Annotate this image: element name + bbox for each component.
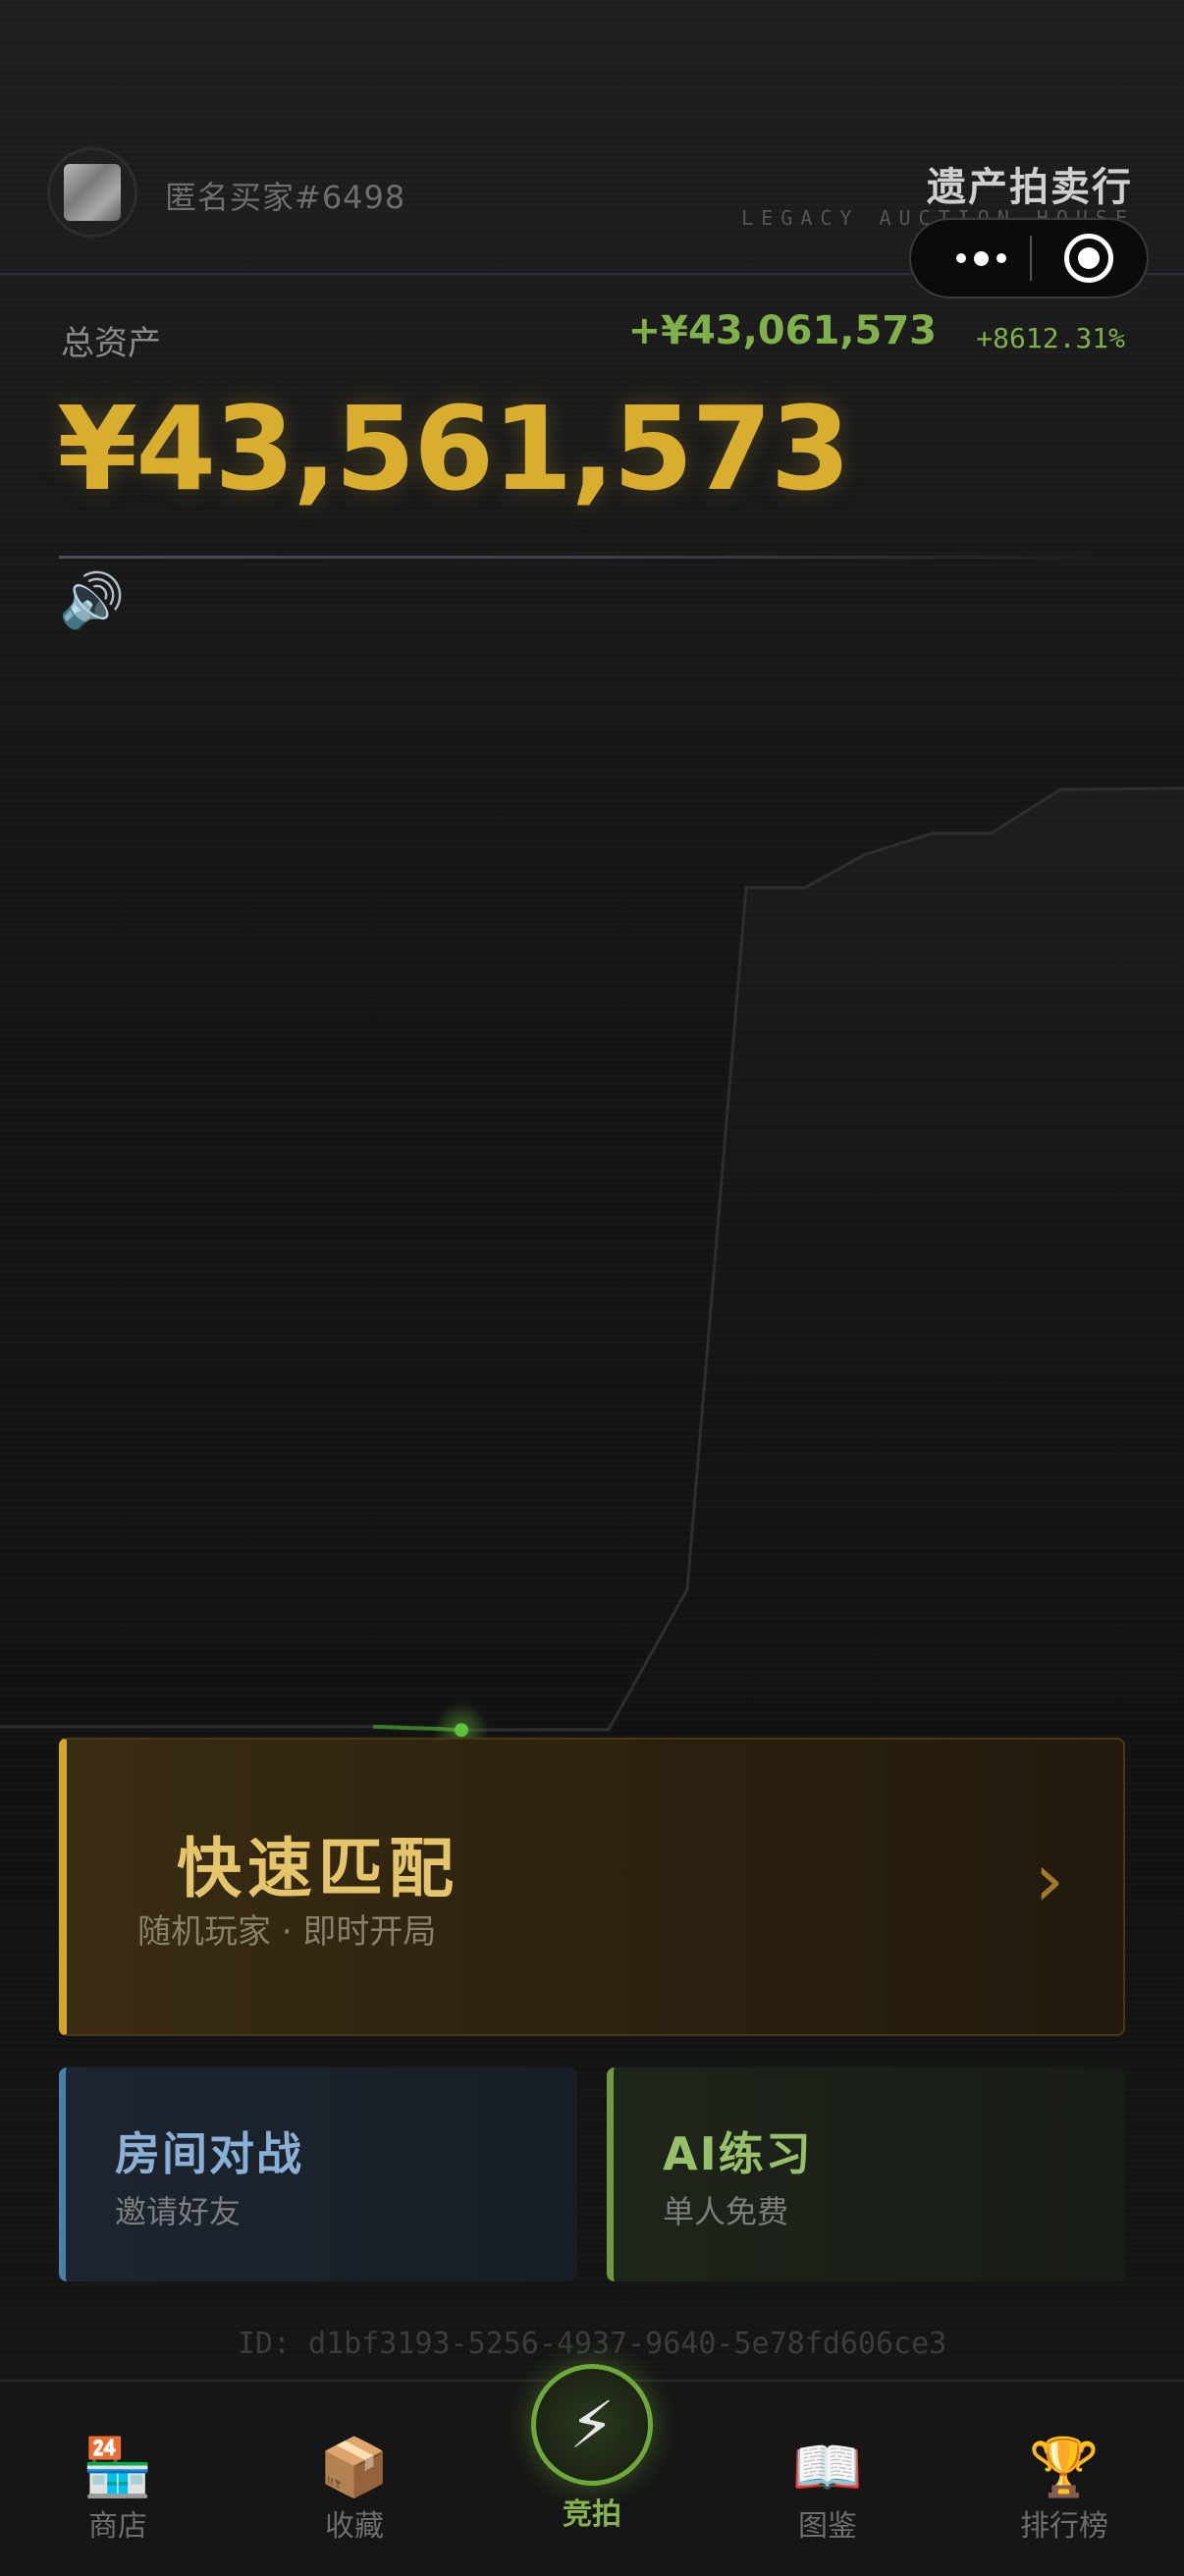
brand-title: 遗产拍卖行 [927,165,1133,210]
tab-collection[interactable]: 📦 收藏 [276,2435,433,2552]
quick-match-title: 快速匹配 [177,1831,459,1906]
user-id: ID: d1bf3193-5256-4937-9640-5e78fd606ce3 [237,2327,947,2361]
tab-catalog[interactable]: 📖 图鉴 [749,2435,906,2552]
tab-leaderboard[interactable]: 🏆 排行榜 [986,2435,1143,2552]
tab-auction[interactable]: ⚡ 竞拍 [513,2364,671,2533]
book-icon: 📖 [791,2434,864,2500]
ai-practice-title: AI练习 [663,2127,813,2180]
more-dot-icon [973,250,989,266]
chevron-right-icon: › [1034,1836,1064,1923]
tab-shop[interactable]: 🏪 商店 [39,2435,196,2552]
chart-area-fill [0,787,1184,1738]
ai-practice-subtitle: 单人免费 [663,2193,789,2230]
avatar[interactable] [47,147,137,238]
total-assets-label: 总资产 [61,324,161,363]
avatar-image [64,164,121,221]
more-dot-icon [996,253,1006,263]
gain-amount: +¥43,061,573 [627,308,937,353]
quick-match-card[interactable]: 快速匹配 随机玩家 · 即时开局 › [59,1738,1125,2036]
ai-practice-card[interactable]: AI练习 单人免费 [607,2067,1125,2281]
tab-label: 竞拍 [563,2497,621,2532]
tab-label: 收藏 [325,2509,384,2544]
gain-percent: +8612.31% [976,322,1125,354]
close-miniprogram-icon[interactable] [1064,234,1113,283]
lightning-glyph: ⚡ [568,2387,616,2463]
box-icon: 📦 [318,2434,391,2500]
mini-program-capsule [909,218,1149,298]
more-dot-icon [955,253,966,263]
more-options-button[interactable] [933,220,1029,296]
bottom-tab-bar: 🏪 商店 📦 收藏 ⚡ 竞拍 📖 图鉴 🏆 排行榜 [0,2364,1184,2576]
tab-label: 排行榜 [1020,2509,1108,2544]
tab-label: 图鉴 [798,2509,857,2544]
room-battle-card[interactable]: 房间对战 邀请好友 [59,2067,577,2281]
total-assets-value: ¥43,561,573 [57,381,851,516]
username: 匿名买家#6498 [165,179,406,216]
quick-match-subtitle: 随机玩家 · 即时开局 [137,1912,437,1952]
divider [59,556,1125,559]
lightning-icon: ⚡ [531,2364,653,2486]
shop-icon: 🏪 [81,2434,154,2500]
speaker-icon[interactable]: 🔊 [59,569,125,632]
asset-history-chart [0,786,1184,1747]
chart-current-point [455,1723,468,1738]
trophy-icon: 🏆 [1028,2434,1101,2500]
room-battle-subtitle: 邀请好友 [115,2193,242,2230]
room-battle-title: 房间对战 [115,2127,303,2180]
tab-label: 商店 [88,2509,147,2544]
capsule-divider [1030,236,1032,281]
